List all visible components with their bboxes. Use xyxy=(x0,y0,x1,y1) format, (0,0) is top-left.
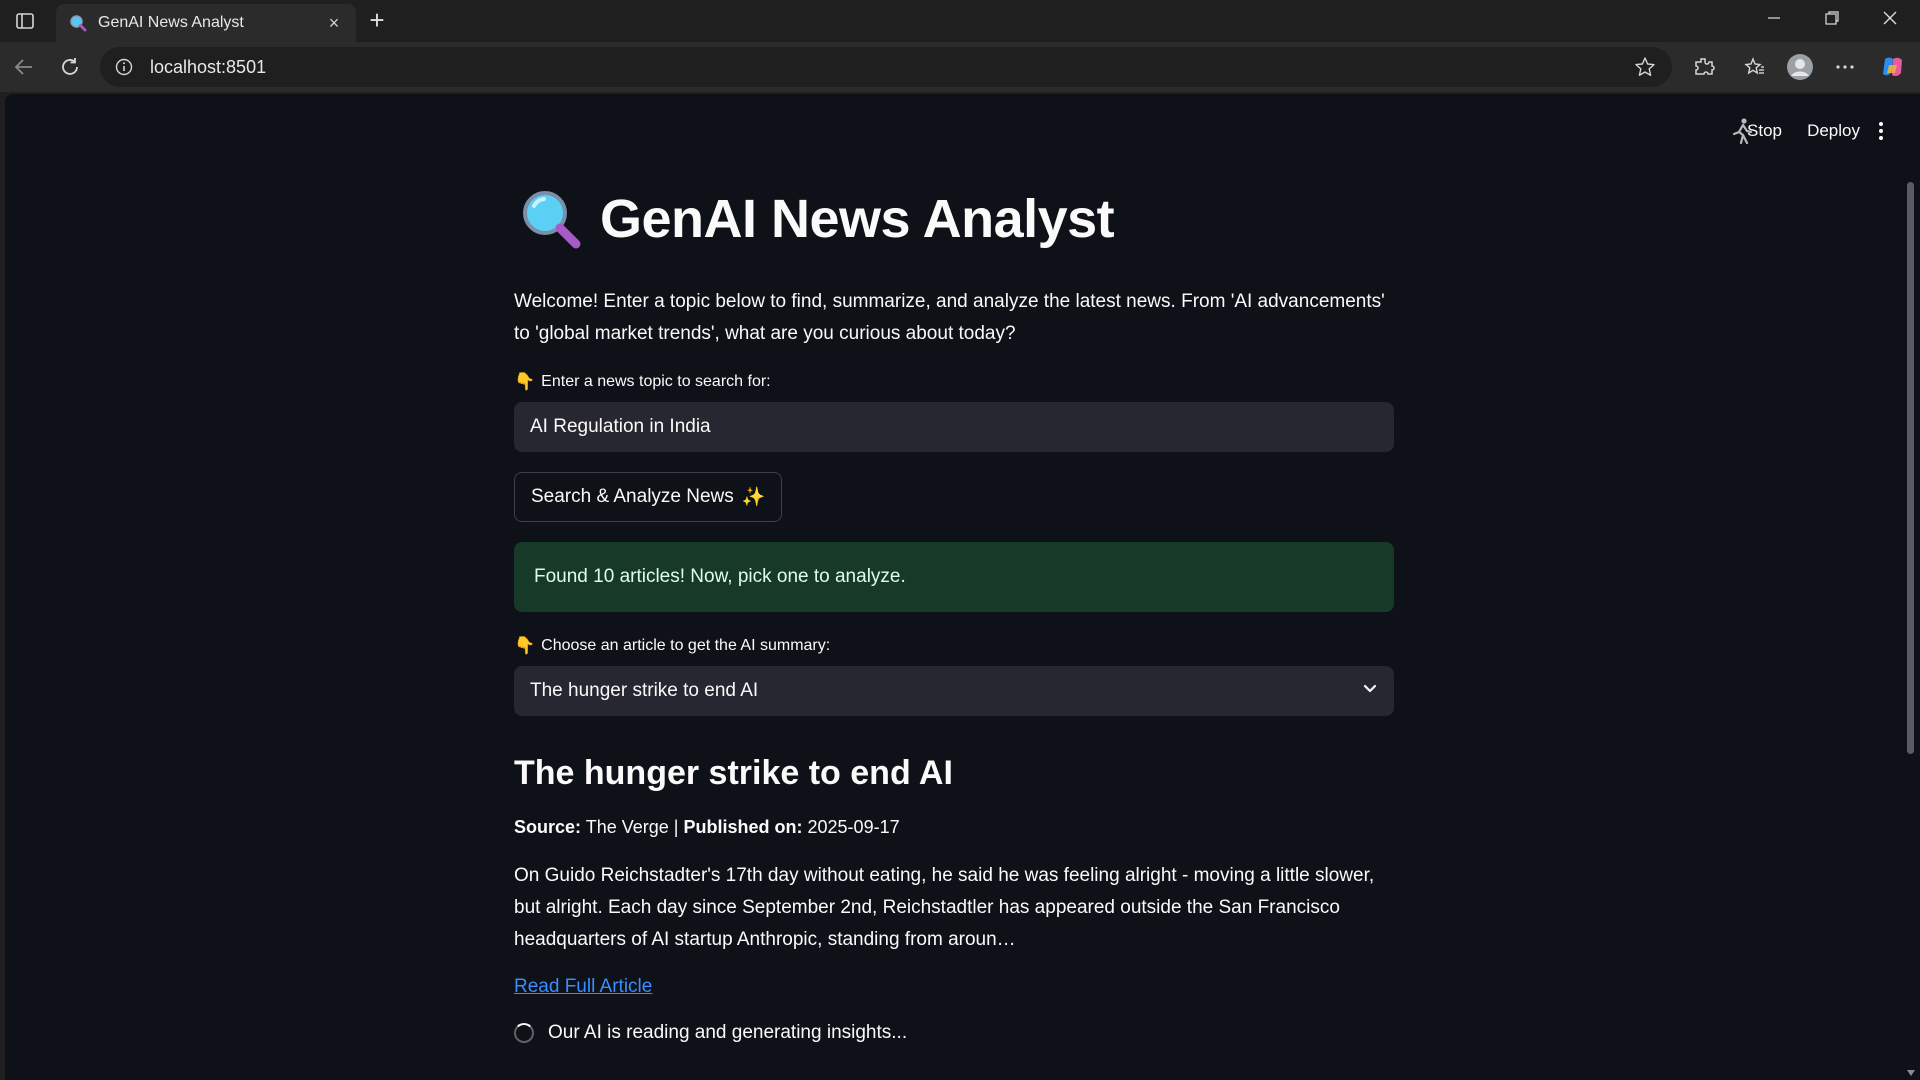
deploy-button[interactable]: Deploy xyxy=(1807,116,1860,146)
sparkles-icon: ✨ xyxy=(741,487,766,508)
restore-icon[interactable] xyxy=(1812,8,1852,34)
article-description: On Guido Reichstadter's 17th day without… xyxy=(514,865,1375,950)
scrollbar-thumb[interactable] xyxy=(1907,182,1914,754)
scroll-down-arrow-icon[interactable] xyxy=(1907,1070,1915,1076)
app-header: Stop Deploy xyxy=(5,94,1920,166)
magnifying-glass-icon xyxy=(523,191,581,249)
article-meta: Source: The Verge | Published on: 2025-0… xyxy=(514,817,1394,838)
new-tab-button[interactable]: + xyxy=(364,7,390,34)
copilot-icon[interactable] xyxy=(1878,52,1908,82)
back-arrow-icon[interactable] xyxy=(9,52,39,82)
search-analyze-button[interactable]: Search & Analyze News ✨ xyxy=(514,472,783,522)
intro-text: Welcome! Enter a topic below to find, su… xyxy=(514,291,1385,344)
magnifier-favicon-icon xyxy=(68,13,88,33)
profile-avatar-icon[interactable] xyxy=(1785,52,1815,82)
topic-label: 👇 Enter a news topic to search for: xyxy=(514,372,1394,392)
tab-title: GenAI News Analyst xyxy=(98,14,244,31)
main-menu-icon[interactable] xyxy=(1878,116,1884,146)
browser-tab-bar: GenAI News Analyst × + xyxy=(0,0,1920,42)
close-window-icon[interactable] xyxy=(1870,8,1910,34)
address-bar[interactable]: localhost:8501 xyxy=(100,47,1672,87)
favorites-icon[interactable] xyxy=(1740,52,1770,82)
favorite-star-icon[interactable] xyxy=(1632,54,1658,80)
topic-input[interactable] xyxy=(530,416,1378,438)
tab-actions-icon[interactable] xyxy=(12,9,38,33)
extensions-icon[interactable] xyxy=(1689,52,1719,82)
browser-toolbar: localhost:8501 xyxy=(0,42,1920,92)
success-message: Found 10 articles! Now, pick one to anal… xyxy=(534,566,906,587)
search-button-label: Search & Analyze News xyxy=(531,486,734,507)
browser-tab[interactable]: GenAI News Analyst × xyxy=(56,4,356,42)
more-menu-icon[interactable] xyxy=(1830,52,1860,82)
topic-input-wrapper xyxy=(514,402,1394,452)
app-viewport: Stop Deploy GenAI News Analyst Welcome! … xyxy=(5,94,1920,1080)
spinner-icon xyxy=(514,1023,534,1043)
minimize-icon[interactable] xyxy=(1754,8,1794,34)
article-select-value: The hunger strike to end AI xyxy=(530,680,759,701)
page-scrollbar[interactable] xyxy=(1902,164,1920,1080)
article-select[interactable]: The hunger strike to end AI xyxy=(514,666,1394,716)
read-full-article-link[interactable]: Read Full Article xyxy=(514,976,652,998)
close-tab-icon[interactable]: × xyxy=(324,13,344,33)
pointing-down-hand-icon: 👇 xyxy=(514,372,536,391)
chevron-down-icon[interactable] xyxy=(1362,680,1378,702)
source-label: Source: xyxy=(514,817,582,837)
source-value: The Verge xyxy=(585,817,669,837)
reload-icon[interactable] xyxy=(55,52,85,82)
choose-label: 👇 Choose an article to get the AI summar… xyxy=(514,636,1394,656)
url-text[interactable]: localhost:8501 xyxy=(150,57,1632,78)
pointing-down-hand-icon: 👇 xyxy=(514,636,536,655)
published-value: 2025-09-17 xyxy=(807,817,900,837)
site-info-icon[interactable] xyxy=(114,57,134,77)
loading-status: Our AI is reading and generating insight… xyxy=(514,1022,1394,1044)
topic-label-text: Enter a news topic to search for: xyxy=(541,373,771,390)
page-title: GenAI News Analyst xyxy=(600,189,1115,249)
success-alert: Found 10 articles! Now, pick one to anal… xyxy=(514,542,1394,612)
published-label: Published on: xyxy=(683,817,803,837)
main-content: GenAI News Analyst Welcome! Enter a topi… xyxy=(514,174,1394,1044)
spinner-text: Our AI is reading and generating insight… xyxy=(548,1022,908,1043)
stop-button[interactable]: Stop xyxy=(1747,116,1782,146)
title-row: GenAI News Analyst xyxy=(514,174,1394,264)
choose-label-text: Choose an article to get the AI summary: xyxy=(541,637,831,654)
meta-separator: | xyxy=(673,817,679,837)
article-title: The hunger strike to end AI xyxy=(514,754,953,792)
